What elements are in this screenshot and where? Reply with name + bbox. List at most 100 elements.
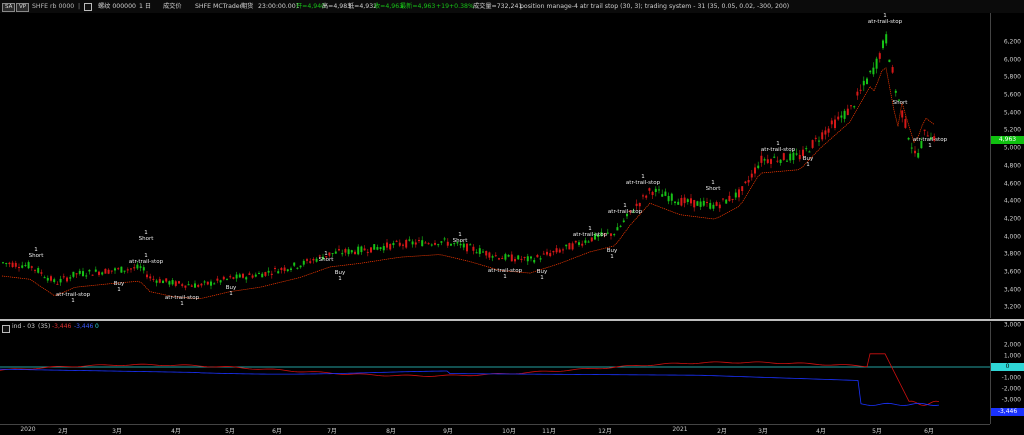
candle-body [587, 241, 590, 243]
indicator-series-blue [0, 368, 940, 406]
candle-body [408, 239, 411, 241]
candle-body [584, 240, 587, 243]
candle-body [424, 242, 427, 244]
price-axis-label: 4,200 [1003, 215, 1021, 223]
candle-body [386, 242, 388, 248]
candle-body [210, 281, 212, 286]
price-axis[interactable]: 6,200 6,000 5,800 5,600 5,400 5,200 5,000 4,800… [990, 13, 1024, 329]
candle-body [75, 273, 78, 275]
candle-body [850, 105, 852, 107]
candle-body [827, 128, 830, 133]
candle-body [414, 242, 417, 245]
candle-body [744, 181, 747, 184]
candle-body [402, 244, 404, 246]
candle-body [168, 281, 171, 285]
candle-body [216, 278, 219, 281]
candle-body [722, 198, 724, 200]
candle-body [779, 159, 782, 163]
candle-body [619, 225, 622, 227]
candle-body [440, 241, 443, 243]
candle-body [859, 89, 862, 91]
candle-body [725, 199, 728, 204]
candle-body [661, 194, 664, 197]
panel-splitter[interactable] [0, 319, 1024, 321]
candle-body [757, 165, 760, 169]
candle-body [114, 268, 116, 271]
candle-body [254, 274, 257, 277]
candle-body [533, 259, 536, 263]
candle-body [680, 198, 683, 206]
candle-body [795, 153, 798, 155]
checkbox[interactable] [84, 3, 92, 11]
candle-body [309, 261, 312, 263]
candle-body [546, 251, 548, 255]
candle-body [5, 263, 8, 265]
candle-body [344, 249, 347, 253]
candle-body [517, 255, 520, 260]
candle-body [773, 156, 776, 158]
candle-body [50, 276, 52, 281]
price-axis-label: 6,200 [1003, 38, 1021, 46]
candle-body [427, 243, 430, 245]
candle-body [30, 266, 33, 268]
candle-body [917, 152, 920, 158]
candle-body [693, 199, 696, 208]
candle-body [366, 251, 369, 253]
candle-body [363, 248, 366, 251]
price-panel[interactable]: 1 Short atr-trail-stop 1 1 Short 1 atr-trai… [0, 13, 990, 318]
symbol-label: SHFE rb 0000 [32, 3, 75, 10]
candle-body [590, 237, 593, 242]
price-axis-label: 5,400 [1003, 109, 1021, 117]
indicator-axis-label: -2,000 [1001, 385, 1021, 393]
candle-body [184, 285, 187, 288]
candle-body [642, 195, 644, 197]
candle-body [686, 199, 689, 202]
candle-body [235, 274, 238, 279]
candle-body [238, 274, 241, 278]
candle-body [27, 262, 30, 269]
candle-body [677, 201, 680, 205]
price-axis-label: 3,600 [1003, 268, 1021, 276]
indicator-name: ind - 03 [12, 323, 35, 330]
candle-body [94, 269, 97, 272]
candle-body [798, 154, 801, 160]
candle-body [187, 284, 190, 286]
sa-tag[interactable]: SA [2, 3, 16, 12]
indicator-series-red [0, 353, 940, 406]
candle-body [296, 267, 299, 269]
candle-body [613, 234, 616, 236]
indicator-last-badge: -3,446 [991, 408, 1024, 416]
indicator-value-2: -3,446 [74, 323, 94, 330]
candle-body [824, 130, 827, 135]
candle-body [206, 281, 209, 285]
time-axis[interactable]: 2020 2月 3月 4月 5月 6月 7月 8月 9月 10月 11月 12月 2021 2月 3月 4月 5… [0, 424, 990, 435]
vp-tag[interactable]: VP [16, 3, 30, 12]
candle-body [430, 244, 433, 246]
candle-body [853, 106, 856, 108]
indicator-chart[interactable] [0, 332, 990, 424]
candle-body [923, 129, 926, 131]
candle-body [542, 253, 545, 255]
candle-body [72, 271, 75, 277]
candle-body [818, 140, 820, 142]
indicator-panel[interactable] [0, 332, 990, 424]
trade-annotation-ats-9: 1 atr-trail-stop [867, 13, 903, 25]
candle-body [350, 250, 353, 253]
candle-body [242, 273, 244, 278]
candle-body [891, 67, 894, 73]
indicator-axis-label: 1,000 [1003, 352, 1021, 360]
candle-body [811, 140, 814, 148]
candle-body [651, 191, 654, 196]
indicator-axis-label: -1,000 [1001, 374, 1021, 382]
indicator-axis-label: 2,000 [1003, 341, 1021, 349]
trade-annotation-short-6: Short [892, 100, 908, 106]
candle-body [888, 59, 891, 63]
last-value: 最新=4,963 [400, 3, 436, 10]
trade-annotation-buy-3: Buy 1 [334, 270, 346, 282]
trade-annotation-ats-2: 1 atr-trail-stop [128, 253, 164, 265]
candle-body [101, 272, 104, 275]
candle-body [34, 269, 36, 271]
candle-body [312, 258, 315, 261]
candle-body [837, 116, 840, 120]
candle-body [222, 276, 225, 280]
